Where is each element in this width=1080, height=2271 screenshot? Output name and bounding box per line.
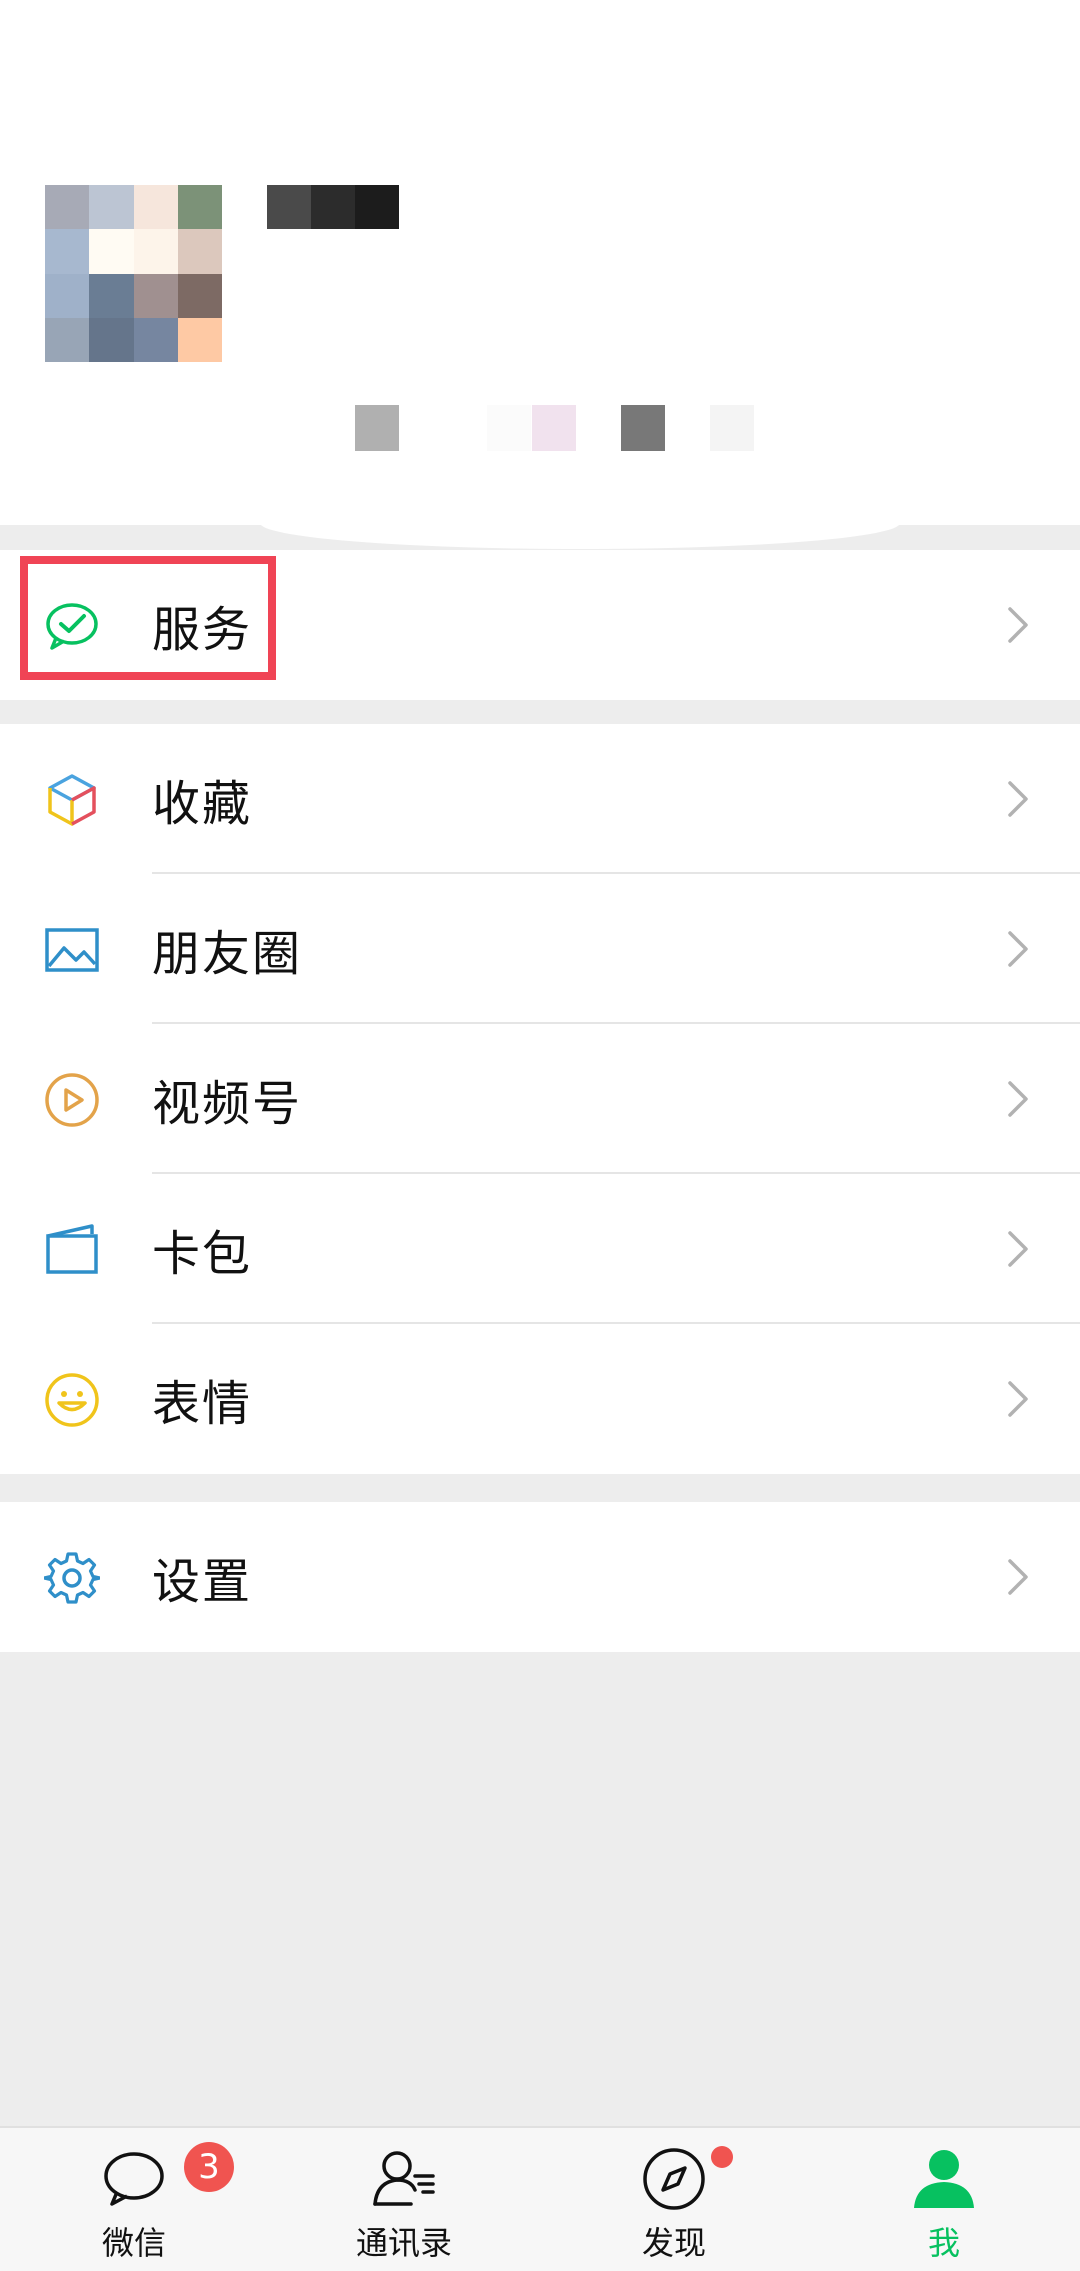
chevron-right-icon [1004,1379,1032,1419]
menu-item-label: 视频号 [152,1076,303,1132]
menu-item-stickers[interactable]: 表情 [0,1324,1080,1474]
menu-item-channels[interactable]: 视频号 [0,1024,1080,1174]
bottom-tab-bar: 3 微信 通讯录 发现 我 [0,2126,1080,2271]
chevron-right-icon [1004,1557,1032,1597]
settings-group: 设置 [0,1502,1080,1652]
chat-bubble-icon [101,2146,167,2212]
tab-label: 我 [927,2224,960,2262]
menu-item-moments[interactable]: 朋友圈 [0,874,1080,1024]
chevron-right-icon [1004,605,1032,645]
tab-contacts[interactable]: 通讯录 [304,2128,504,2271]
tab-label: 微信 [101,2224,166,2262]
tab-label: 发现 [641,2224,706,2262]
avatar[interactable] [45,185,222,362]
nickname [267,185,399,229]
menu-item-label: 表情 [152,1376,253,1432]
services-group: 服务 [0,550,1080,700]
compass-icon [641,2146,707,2212]
menu-item-label: 服务 [152,602,253,658]
unread-badge: 3 [184,2142,234,2192]
gear-icon [44,1550,100,1606]
features-group: 收藏 朋友圈 视频号 卡包 表情 [0,724,1080,1474]
chevron-right-icon [1004,779,1032,819]
wechat-id [355,405,755,451]
menu-item-label: 朋友圈 [152,926,303,982]
wallet-card-icon [44,1222,100,1278]
menu-item-label: 设置 [152,1554,253,1610]
chevron-right-icon [1004,1079,1032,1119]
cube-icon [44,772,100,828]
tab-discover[interactable]: 发现 [574,2128,774,2271]
menu-item-services[interactable]: 服务 [0,550,1080,700]
tab-chats[interactable]: 3 微信 [34,2128,234,2271]
header-curve [0,523,1080,550]
smiley-icon [44,1372,100,1428]
profile-header[interactable] [0,0,1080,525]
chevron-right-icon [1004,1229,1032,1269]
notification-dot [711,2146,733,2168]
menu-item-label: 卡包 [152,1226,253,1282]
services-check-bubble-icon [44,598,100,654]
menu-item-favorites[interactable]: 收藏 [0,724,1080,874]
chevron-right-icon [1004,929,1032,969]
menu-item-label: 收藏 [152,776,253,832]
person-icon [911,2146,977,2212]
menu-item-cards[interactable]: 卡包 [0,1174,1080,1324]
picture-icon [44,922,100,978]
play-circle-icon [44,1072,100,1128]
tab-me[interactable]: 我 [844,2128,1044,2271]
menu-item-settings[interactable]: 设置 [0,1502,1080,1652]
contacts-icon [371,2146,437,2212]
tab-label: 通讯录 [355,2224,452,2262]
